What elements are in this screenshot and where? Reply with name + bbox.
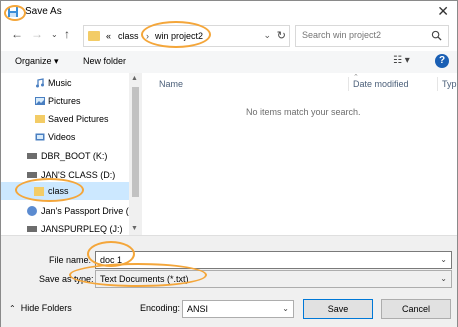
nav-item-pictures[interactable]: Pictures: [1, 93, 129, 109]
back-arrow-icon[interactable]: ←: [11, 27, 23, 41]
nav-item-class[interactable]: class: [1, 182, 129, 200]
organize-button[interactable]: Organize ▾: [15, 56, 59, 67]
scrollbar-thumb[interactable]: [132, 87, 139, 197]
address-prefix[interactable]: «: [106, 31, 111, 41]
nav-item-jans-class[interactable]: JAN'S CLASS (D:): [1, 167, 129, 183]
recent-dropdown-icon[interactable]: ⌄: [51, 30, 58, 39]
scroll-up-icon[interactable]: ▲: [131, 75, 138, 82]
chevron-down-icon[interactable]: ⌄: [282, 304, 289, 313]
file-name-label: File name:: [49, 255, 92, 265]
address-dropdown-icon[interactable]: ⌄: [263, 30, 271, 41]
save-as-dialog: Save As ✕ ← → ⌄ ↑ « class › win project2…: [0, 0, 458, 327]
drive-icon: [27, 172, 37, 178]
nav-item-label: Saved Pictures: [48, 114, 109, 124]
nav-scrollbar[interactable]: ▲ ▼: [129, 73, 142, 235]
drive-icon: [27, 226, 37, 232]
collapse-arrow-icon: ⌃: [9, 304, 16, 313]
search-icon: [431, 30, 442, 41]
nav-item-label: Jan's Passport Drive (I:: [41, 206, 134, 216]
file-list: ⌃ Name Date modified Typ No items match …: [143, 73, 457, 235]
address-bar[interactable]: « class › win project2 ⌄ ↻: [83, 25, 290, 47]
command-toolbar: Organize ▾ New folder ☷ ▾ ?: [1, 51, 457, 73]
nav-item-passport-drive[interactable]: Jan's Passport Drive (I:: [1, 203, 134, 219]
save-as-type-label: Save as type:: [39, 274, 94, 284]
save-button[interactable]: Save: [303, 299, 373, 319]
column-header-name[interactable]: Name: [159, 79, 183, 89]
nav-item-label: JANSPURPLEQ (J:): [41, 224, 123, 234]
cancel-button[interactable]: Cancel: [381, 299, 451, 319]
navigation-pane: Music Pictures Saved Pictures Videos DBR…: [1, 73, 142, 235]
help-icon[interactable]: ?: [435, 54, 449, 68]
save-as-type-value: Text Documents (*.txt): [100, 274, 189, 284]
view-options-icon[interactable]: ☷ ▾: [393, 55, 410, 66]
nav-item-label: Music: [48, 78, 72, 88]
nav-item-saved-pictures[interactable]: Saved Pictures: [1, 111, 129, 127]
nav-item-music[interactable]: Music: [1, 75, 129, 91]
breadcrumb-class[interactable]: class: [118, 31, 139, 41]
new-folder-button[interactable]: New folder: [83, 56, 126, 66]
scroll-down-icon[interactable]: ▼: [131, 225, 138, 232]
column-header-date-modified[interactable]: Date modified: [353, 79, 409, 89]
organize-label: Organize: [15, 56, 52, 66]
nav-item-janspurpleq[interactable]: JANSPURPLEQ (J:): [1, 221, 129, 235]
column-divider: [348, 77, 349, 91]
nav-item-label: Videos: [48, 132, 76, 142]
folder-icon: [35, 115, 45, 123]
encoding-value: ANSI: [187, 304, 209, 314]
nav-item-label: Pictures: [48, 96, 81, 106]
refresh-icon[interactable]: ↻: [277, 29, 286, 42]
hide-folders-label: Hide Folders: [20, 303, 72, 313]
file-name-field[interactable]: doc 1 ⌄: [95, 251, 452, 269]
chevron-down-icon[interactable]: ⌄: [440, 274, 447, 283]
encoding-label: Encoding:: [140, 303, 181, 313]
search-input[interactable]: [302, 30, 428, 40]
folder-icon: [34, 187, 44, 196]
forward-arrow-icon[interactable]: →: [31, 27, 43, 41]
drive-icon: [27, 153, 37, 159]
nav-item-label: class: [48, 186, 69, 196]
close-icon[interactable]: ✕: [437, 3, 449, 20]
music-icon: [36, 78, 44, 88]
hide-folders-button[interactable]: ⌃ Hide Folders: [9, 303, 72, 313]
drive-icon: [27, 206, 37, 216]
file-name-value: doc 1: [100, 255, 123, 265]
column-header-type[interactable]: Typ: [442, 79, 457, 89]
encoding-select[interactable]: ANSI ⌄: [182, 300, 294, 318]
breadcrumb-chevron-icon: ›: [146, 31, 149, 41]
nav-item-dbr-boot[interactable]: DBR_BOOT (K:): [1, 148, 129, 164]
breadcrumb-win-project2[interactable]: win project2: [155, 31, 203, 41]
nav-item-label: JAN'S CLASS (D:): [41, 170, 116, 180]
window-title: Save As: [25, 6, 62, 17]
save-as-type-select[interactable]: Text Documents (*.txt) ⌄: [95, 270, 452, 288]
chevron-down-icon[interactable]: ⌄: [440, 255, 447, 264]
pictures-icon: [35, 97, 45, 105]
save-as-icon: [8, 7, 18, 17]
title-bar: Save As ✕: [1, 1, 457, 23]
videos-icon: [35, 133, 45, 141]
column-divider: [437, 77, 438, 91]
search-box[interactable]: [295, 25, 449, 47]
empty-message: No items match your search.: [246, 107, 361, 117]
save-form: File name: doc 1 ⌄ Save as type: Text Do…: [1, 235, 457, 327]
folder-icon: [88, 31, 100, 41]
nav-item-label: DBR_BOOT (K:): [41, 151, 108, 161]
nav-item-videos[interactable]: Videos: [1, 129, 129, 145]
up-arrow-icon[interactable]: ↑: [64, 27, 70, 41]
